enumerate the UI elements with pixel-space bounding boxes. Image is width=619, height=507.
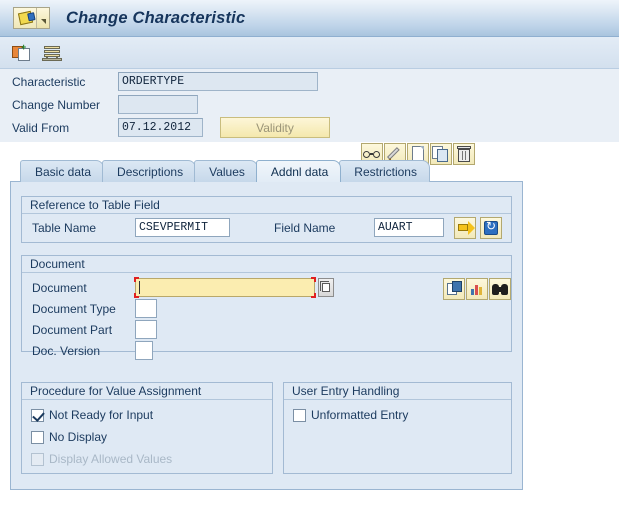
checkbox-box[interactable] bbox=[31, 408, 44, 422]
checkbox-not-ready-for-input[interactable]: Not Ready for Input bbox=[31, 408, 153, 422]
user-entry-handling-group: User Entry Handling Unformatted Entry bbox=[283, 382, 512, 474]
window-title: Change Characteristic bbox=[66, 8, 246, 27]
document-type-label: Document Type bbox=[32, 302, 116, 316]
characteristic-tag-icon bbox=[14, 8, 36, 28]
checkbox-unformatted-entry[interactable]: Unformatted Entry bbox=[293, 408, 408, 422]
tab-values[interactable]: Values bbox=[194, 160, 258, 182]
tab-addnl-data[interactable]: Addnl data bbox=[255, 160, 342, 182]
trash-icon[interactable] bbox=[453, 143, 475, 165]
group-title: Document bbox=[22, 256, 511, 273]
header-form: Characteristic ORDERTYPE Change Number V… bbox=[0, 69, 619, 165]
document-group: Document Document Document Type Document… bbox=[21, 255, 512, 360]
validity-button[interactable]: Validity bbox=[220, 117, 330, 138]
tab-restrictions[interactable]: Restrictions bbox=[339, 160, 430, 182]
yellow-arrow-icon[interactable] bbox=[454, 217, 476, 239]
tab-label: Basic data bbox=[35, 164, 92, 179]
reference-to-table-field-group: Reference to Table Field Table Name CSEV… bbox=[21, 196, 512, 243]
document-part-input[interactable] bbox=[135, 320, 157, 339]
checkbox-label: No Display bbox=[49, 430, 108, 444]
toolbar: + bbox=[0, 37, 619, 69]
tab-label: Restrictions bbox=[354, 164, 417, 179]
text-caret bbox=[139, 281, 140, 294]
refresh-icon[interactable] bbox=[480, 217, 502, 239]
tab-label: Values bbox=[209, 164, 245, 179]
doc-version-label: Doc. Version bbox=[32, 344, 101, 358]
checkbox-display-allowed-values: Display Allowed Values bbox=[31, 452, 172, 466]
tab-strip: Basic data Descriptions Values Addnl dat… bbox=[20, 160, 430, 182]
valid-from-label: Valid From bbox=[12, 121, 70, 135]
triangle-down-icon[interactable] bbox=[36, 8, 49, 28]
document-label: Document bbox=[32, 281, 87, 295]
procedure-for-value-assignment-group: Procedure for Value Assignment Not Ready… bbox=[21, 382, 273, 474]
group-title: User Entry Handling bbox=[284, 383, 511, 400]
field-name-label: Field Name bbox=[274, 221, 336, 235]
binoculars-icon[interactable] bbox=[489, 278, 511, 300]
tab-descriptions[interactable]: Descriptions bbox=[102, 160, 197, 182]
checkbox-box bbox=[31, 452, 44, 466]
tab-label: Descriptions bbox=[117, 164, 184, 179]
characteristic-input[interactable]: ORDERTYPE bbox=[118, 72, 318, 91]
group-title: Procedure for Value Assignment bbox=[22, 383, 272, 400]
checkbox-no-display[interactable]: No Display bbox=[31, 430, 107, 444]
tab-basic-data[interactable]: Basic data bbox=[20, 160, 105, 182]
field-name-input[interactable]: AUART bbox=[374, 218, 444, 237]
change-number-input[interactable] bbox=[118, 95, 198, 114]
title-bar: Change Characteristic bbox=[0, 0, 619, 37]
tab-content-panel: Reference to Table Field Table Name CSEV… bbox=[10, 181, 523, 490]
group-title: Reference to Table Field bbox=[22, 197, 511, 214]
document-input[interactable] bbox=[134, 277, 316, 298]
checkbox-box[interactable] bbox=[31, 430, 44, 444]
checkbox-box[interactable] bbox=[293, 408, 306, 422]
valid-from-input[interactable]: 07.12.2012 bbox=[118, 118, 203, 137]
checkbox-label: Not Ready for Input bbox=[49, 408, 154, 422]
document-overview-icon[interactable] bbox=[443, 278, 465, 300]
table-name-label: Table Name bbox=[32, 221, 97, 235]
stack-icon[interactable] bbox=[42, 43, 62, 63]
copy-new-icon[interactable]: + bbox=[12, 42, 32, 63]
copy-icon[interactable] bbox=[430, 143, 452, 165]
tab-label: Addnl data bbox=[270, 164, 329, 179]
change-number-label: Change Number bbox=[12, 98, 101, 112]
checkbox-label: Display Allowed Values bbox=[49, 452, 173, 466]
table-name-input[interactable]: CSEVPERMIT bbox=[135, 218, 230, 237]
characteristic-label: Characteristic bbox=[12, 75, 86, 89]
matchcode-icon[interactable] bbox=[318, 278, 334, 297]
app-icon-button[interactable] bbox=[13, 7, 50, 29]
checkbox-label: Unformatted Entry bbox=[311, 408, 409, 422]
document-part-label: Document Part bbox=[32, 323, 113, 337]
chart-icon[interactable] bbox=[466, 278, 488, 300]
doc-version-input[interactable] bbox=[135, 341, 153, 360]
document-type-input[interactable] bbox=[135, 299, 157, 318]
